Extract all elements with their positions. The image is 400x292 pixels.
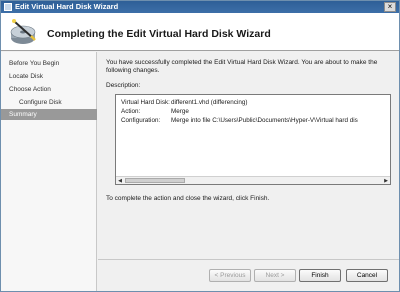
summary-box[interactable]: Virtual Hard Disk:different1.vhd (differ… — [115, 94, 391, 185]
wizard-disk-icon — [10, 19, 36, 44]
previous-button[interactable]: < Previous — [209, 269, 251, 282]
summary-value: Merge — [171, 108, 189, 115]
horizontal-scrollbar[interactable]: ◀ ▶ — [116, 176, 390, 184]
nav-step-choose-action[interactable]: Choose Action — [1, 84, 97, 95]
window-title: Edit Virtual Hard Disk Wizard — [15, 2, 119, 11]
finish-button[interactable]: Finish — [299, 269, 341, 282]
summary-value: different1.vhd (differencing) — [171, 99, 248, 106]
scroll-thumb[interactable] — [125, 178, 185, 183]
summary-key: Virtual Hard Disk: — [121, 99, 170, 106]
nav-step-configure-disk[interactable]: Configure Disk — [1, 97, 97, 108]
cancel-button[interactable]: Cancel — [346, 269, 388, 282]
nav-step-summary[interactable]: Summary — [1, 109, 97, 120]
wizard-steps-nav: Before You Begin Locate Disk Choose Acti… — [1, 52, 97, 291]
summary-row: Configuration: Merge into file C:\Users\P… — [121, 117, 358, 125]
summary-value: Merge into file C:\Users\Public\Document… — [171, 117, 358, 124]
description-label: Description: — [106, 82, 141, 89]
summary-row: Action: Merge — [121, 108, 189, 116]
wizard-window: Edit Virtual Hard Disk Wizard × Completi… — [0, 0, 400, 292]
intro-text: You have successfully completed the Edit… — [106, 59, 378, 74]
finish-instruction: To complete the action and close the wiz… — [106, 195, 270, 202]
main-content: You have successfully completed the Edit… — [98, 52, 399, 262]
scroll-left-icon[interactable]: ◀ — [117, 178, 123, 184]
page-heading: Completing the Edit Virtual Hard Disk Wi… — [47, 28, 271, 40]
app-icon — [4, 3, 12, 11]
nav-step-before-you-begin[interactable]: Before You Begin — [1, 58, 97, 69]
title-bar: Edit Virtual Hard Disk Wizard × — [1, 1, 399, 13]
close-button[interactable]: × — [384, 2, 396, 12]
nav-step-locate-disk[interactable]: Locate Disk — [1, 71, 97, 82]
summary-key: Action: — [121, 108, 141, 115]
button-bar: < Previous Next > Finish Cancel — [98, 259, 399, 291]
summary-key: Configuration: — [121, 117, 161, 124]
scroll-right-icon[interactable]: ▶ — [383, 178, 389, 184]
next-button[interactable]: Next > — [254, 269, 296, 282]
wizard-header: Completing the Edit Virtual Hard Disk Wi… — [1, 13, 399, 51]
summary-row: Virtual Hard Disk:different1.vhd (differ… — [121, 99, 247, 107]
